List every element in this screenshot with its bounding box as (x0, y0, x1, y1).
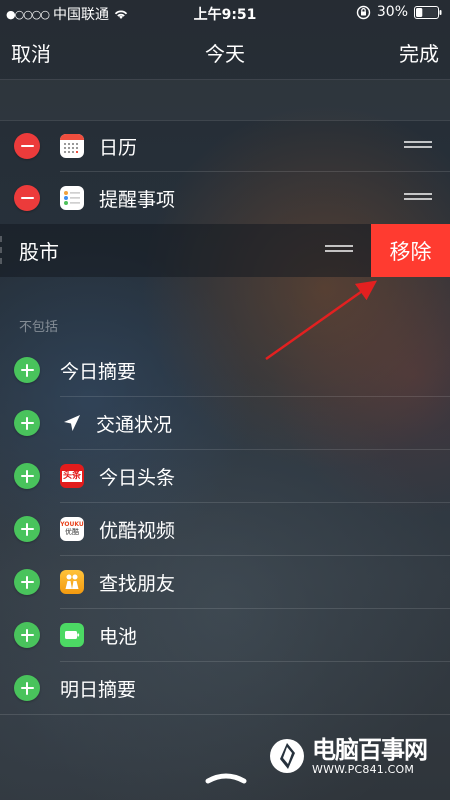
excluded-item-label: 电池 (99, 625, 138, 648)
reminders-icon (60, 186, 84, 210)
included-row-calendar: 日历 (0, 120, 450, 172)
reorder-handle[interactable] (404, 193, 432, 203)
battery-widget-icon (60, 623, 84, 647)
rotation-lock-icon (356, 5, 371, 20)
youku-icon: YOUKU 优酷 (60, 517, 84, 541)
excluded-item-label: 今日摘要 (60, 360, 137, 383)
excluded-item-label: 交通状况 (96, 413, 173, 436)
watermark-title: 电脑百事网 (312, 735, 428, 764)
add-circle-button[interactable] (14, 410, 40, 436)
find-friends-icon (60, 570, 84, 594)
excluded-row-toutiao: 头条 今日头条 (0, 450, 450, 503)
excluded-item-label: 优酷视频 (99, 519, 176, 542)
excluded-row-youku: YOUKU 优酷 优酷视频 (0, 503, 450, 556)
reorder-handle[interactable] (325, 245, 353, 255)
widget-preview-band (0, 79, 450, 121)
add-circle-button[interactable] (14, 463, 40, 489)
stocks-label: 股市 (19, 240, 59, 264)
add-circle-button[interactable] (14, 516, 40, 542)
section-header-excluded: 不包括 (19, 320, 59, 335)
add-circle-button[interactable] (14, 569, 40, 595)
excluded-row-today-summary: 今日摘要 (0, 344, 450, 397)
watermark-url: WWW.PC841.COM (312, 762, 415, 776)
excluded-row-traffic: 交通状况 (0, 397, 450, 450)
add-circle-button[interactable] (14, 622, 40, 648)
toutiao-icon-text: 头条 (61, 470, 82, 482)
toutiao-icon: 头条 (60, 464, 84, 488)
excluded-item-label: 查找朋友 (99, 572, 176, 595)
page-title: 今天 (205, 42, 245, 66)
excluded-row-battery: 电池 (0, 609, 450, 662)
stocks-remove-edge (0, 236, 10, 264)
reorder-handle[interactable] (404, 141, 432, 151)
included-item-label: 日历 (99, 136, 138, 159)
included-row-reminders: 提醒事项 (0, 172, 450, 224)
nav-bar: 取消 今天 完成 (0, 30, 450, 72)
chevron-up-icon[interactable] (204, 772, 248, 784)
excluded-row-tomorrow-summary: 明日摘要 (0, 662, 450, 715)
status-bar: ●○○○○ 中国联通 上午9:51 30% (0, 0, 450, 24)
add-circle-button[interactable] (14, 357, 40, 383)
remove-circle-button[interactable] (14, 133, 40, 159)
excluded-row-find-friends: 查找朋友 (0, 556, 450, 609)
remove-circle-button[interactable] (14, 185, 40, 211)
battery-icon (414, 5, 442, 19)
add-circle-button[interactable] (14, 675, 40, 701)
excluded-item-label: 今日头条 (99, 466, 176, 489)
remove-action-button[interactable]: 移除 (371, 224, 450, 277)
battery-percent: 30% (376, 4, 408, 20)
done-button[interactable]: 完成 (399, 38, 439, 67)
included-item-label: 提醒事项 (99, 188, 176, 211)
excluded-item-label: 明日摘要 (60, 678, 137, 701)
calendar-icon (60, 134, 84, 158)
status-right: 30% (356, 4, 442, 20)
watermark: 电脑百事网 WWW.PC841.COM (268, 735, 428, 776)
swiped-row-stocks[interactable]: 股市 移除 (0, 224, 450, 277)
youku-icon-bottom: 优酷 (65, 528, 79, 536)
watermark-logo-icon (270, 739, 304, 773)
location-arrow-icon (60, 411, 84, 435)
